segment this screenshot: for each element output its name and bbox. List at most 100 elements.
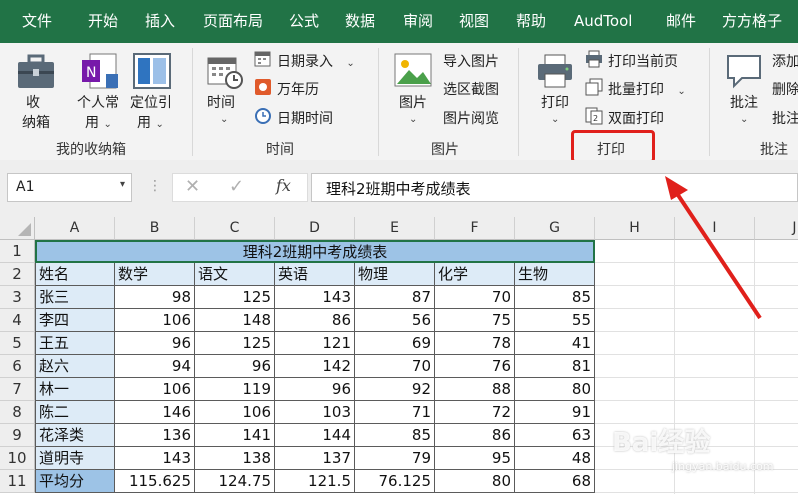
column-title-cell[interactable]: 英语 — [275, 263, 355, 286]
locate-reference-label-2[interactable]: 用 ⌄ — [137, 112, 164, 132]
chevron-down-icon[interactable]: ⌄ — [740, 114, 748, 125]
row-header-5[interactable]: 5 — [0, 332, 35, 355]
tab-home[interactable]: 开始 — [88, 0, 118, 43]
duplex-print-button[interactable]: 双面打印 — [608, 108, 664, 128]
score-cell[interactable]: 80 — [435, 470, 515, 493]
row-header-1[interactable]: 1 — [0, 240, 35, 263]
locate-reference-label-1[interactable]: 定位引 — [130, 92, 172, 112]
select-all-corner[interactable] — [0, 217, 35, 240]
picture-button-label[interactable]: 图片 — [399, 92, 427, 112]
score-cell[interactable]: 106 — [195, 401, 275, 424]
student-name-cell[interactable]: 林一 — [35, 378, 115, 401]
student-name-cell[interactable]: 花泽类 — [35, 424, 115, 447]
row-header-11[interactable]: 11 — [0, 470, 35, 493]
score-cell[interactable]: 121 — [275, 332, 355, 355]
batch-print-button[interactable]: 批量打印 ⌄ — [608, 79, 686, 99]
column-header-i[interactable]: I — [675, 217, 755, 240]
score-cell[interactable]: 125 — [195, 332, 275, 355]
score-cell[interactable]: 138 — [195, 447, 275, 470]
score-cell[interactable]: 91 — [515, 401, 595, 424]
score-cell[interactable]: 96 — [115, 332, 195, 355]
column-header-c[interactable]: C — [195, 217, 275, 240]
score-cell[interactable]: 143 — [115, 447, 195, 470]
score-cell[interactable]: 85 — [355, 424, 435, 447]
time-button-label[interactable]: 时间 — [207, 92, 235, 112]
score-cell[interactable]: 96 — [275, 378, 355, 401]
print-button-label[interactable]: 打印 — [541, 92, 569, 112]
score-cell[interactable]: 63 — [515, 424, 595, 447]
score-cell[interactable]: 86 — [275, 309, 355, 332]
chevron-down-icon[interactable]: ⌄ — [220, 114, 228, 125]
score-cell[interactable]: 115.625 — [115, 470, 195, 493]
row-header-3[interactable]: 3 — [0, 286, 35, 309]
column-header-b[interactable]: B — [115, 217, 195, 240]
chevron-down-icon[interactable]: ▾ — [120, 179, 125, 190]
student-name-cell[interactable]: 赵六 — [35, 355, 115, 378]
score-cell[interactable]: 68 — [515, 470, 595, 493]
chevron-down-icon[interactable]: ⌄ — [551, 114, 559, 125]
score-cell[interactable]: 70 — [355, 355, 435, 378]
student-name-cell[interactable]: 张三 — [35, 286, 115, 309]
student-name-cell[interactable]: 陈二 — [35, 401, 115, 424]
column-header-e[interactable]: E — [355, 217, 435, 240]
student-name-cell[interactable]: 平均分 — [35, 470, 115, 493]
score-cell[interactable]: 81 — [515, 355, 595, 378]
score-cell[interactable]: 75 — [435, 309, 515, 332]
column-title-cell[interactable]: 物理 — [355, 263, 435, 286]
score-cell[interactable]: 78 — [435, 332, 515, 355]
score-cell[interactable]: 71 — [355, 401, 435, 424]
column-title-cell[interactable]: 语文 — [195, 263, 275, 286]
column-header-f[interactable]: F — [435, 217, 515, 240]
date-entry-button[interactable]: 日期录入 ⌄ — [277, 51, 355, 71]
personal-common-label-2[interactable]: 用 ⌄ — [85, 112, 112, 132]
score-cell[interactable]: 94 — [115, 355, 195, 378]
tab-data[interactable]: 数据 — [345, 0, 375, 43]
column-title-cell[interactable]: 数学 — [115, 263, 195, 286]
score-cell[interactable]: 142 — [275, 355, 355, 378]
score-cell[interactable]: 86 — [435, 424, 515, 447]
score-cell[interactable]: 56 — [355, 309, 435, 332]
score-cell[interactable]: 95 — [435, 447, 515, 470]
score-cell[interactable]: 70 — [435, 286, 515, 309]
tab-view[interactable]: 视图 — [459, 0, 489, 43]
score-cell[interactable]: 106 — [115, 378, 195, 401]
row-header-2[interactable]: 2 — [0, 263, 35, 286]
row-header-10[interactable]: 10 — [0, 447, 35, 470]
score-cell[interactable]: 76.125 — [355, 470, 435, 493]
tab-page-layout[interactable]: 页面布局 — [203, 0, 263, 43]
score-cell[interactable]: 55 — [515, 309, 595, 332]
score-cell[interactable]: 103 — [275, 401, 355, 424]
score-cell[interactable]: 79 — [355, 447, 435, 470]
comment-button-label[interactable]: 批注 — [730, 92, 758, 112]
column-header-h[interactable]: H — [595, 217, 675, 240]
formula-input[interactable]: 理科2班期中考成绩表 — [311, 173, 798, 202]
personal-common-label-1[interactable]: 个人常 — [77, 92, 119, 112]
tab-fangfang-gezi[interactable]: 方方格子 — [722, 0, 782, 43]
column-header-g[interactable]: G — [515, 217, 595, 240]
score-cell[interactable]: 144 — [275, 424, 355, 447]
picture-browse-button[interactable]: 图片阅览 — [443, 108, 499, 128]
column-title-cell[interactable]: 化学 — [435, 263, 515, 286]
score-cell[interactable]: 124.75 — [195, 470, 275, 493]
row-header-9[interactable]: 9 — [0, 424, 35, 447]
score-cell[interactable]: 87 — [355, 286, 435, 309]
perpetual-calendar-button[interactable]: 万年历 — [277, 79, 319, 99]
delete-comment-button[interactable]: 删除 — [772, 79, 798, 99]
score-cell[interactable]: 85 — [515, 286, 595, 309]
row-header-7[interactable]: 7 — [0, 378, 35, 401]
column-title-cell[interactable]: 姓名 — [35, 263, 115, 286]
name-box[interactable]: A1 ▾ — [7, 173, 132, 202]
tab-audtool[interactable]: AudTool — [574, 0, 632, 43]
score-cell[interactable]: 125 — [195, 286, 275, 309]
score-cell[interactable]: 48 — [515, 447, 595, 470]
tab-file[interactable]: 文件 — [22, 0, 52, 43]
score-cell[interactable]: 119 — [195, 378, 275, 401]
tab-insert[interactable]: 插入 — [145, 0, 175, 43]
column-title-cell[interactable]: 生物 — [515, 263, 595, 286]
import-picture-button[interactable]: 导入图片 — [443, 51, 499, 71]
datetime-button[interactable]: 日期时间 — [277, 108, 333, 128]
score-cell[interactable]: 121.5 — [275, 470, 355, 493]
score-cell[interactable]: 106 — [115, 309, 195, 332]
score-cell[interactable]: 76 — [435, 355, 515, 378]
student-name-cell[interactable]: 道明寺 — [35, 447, 115, 470]
